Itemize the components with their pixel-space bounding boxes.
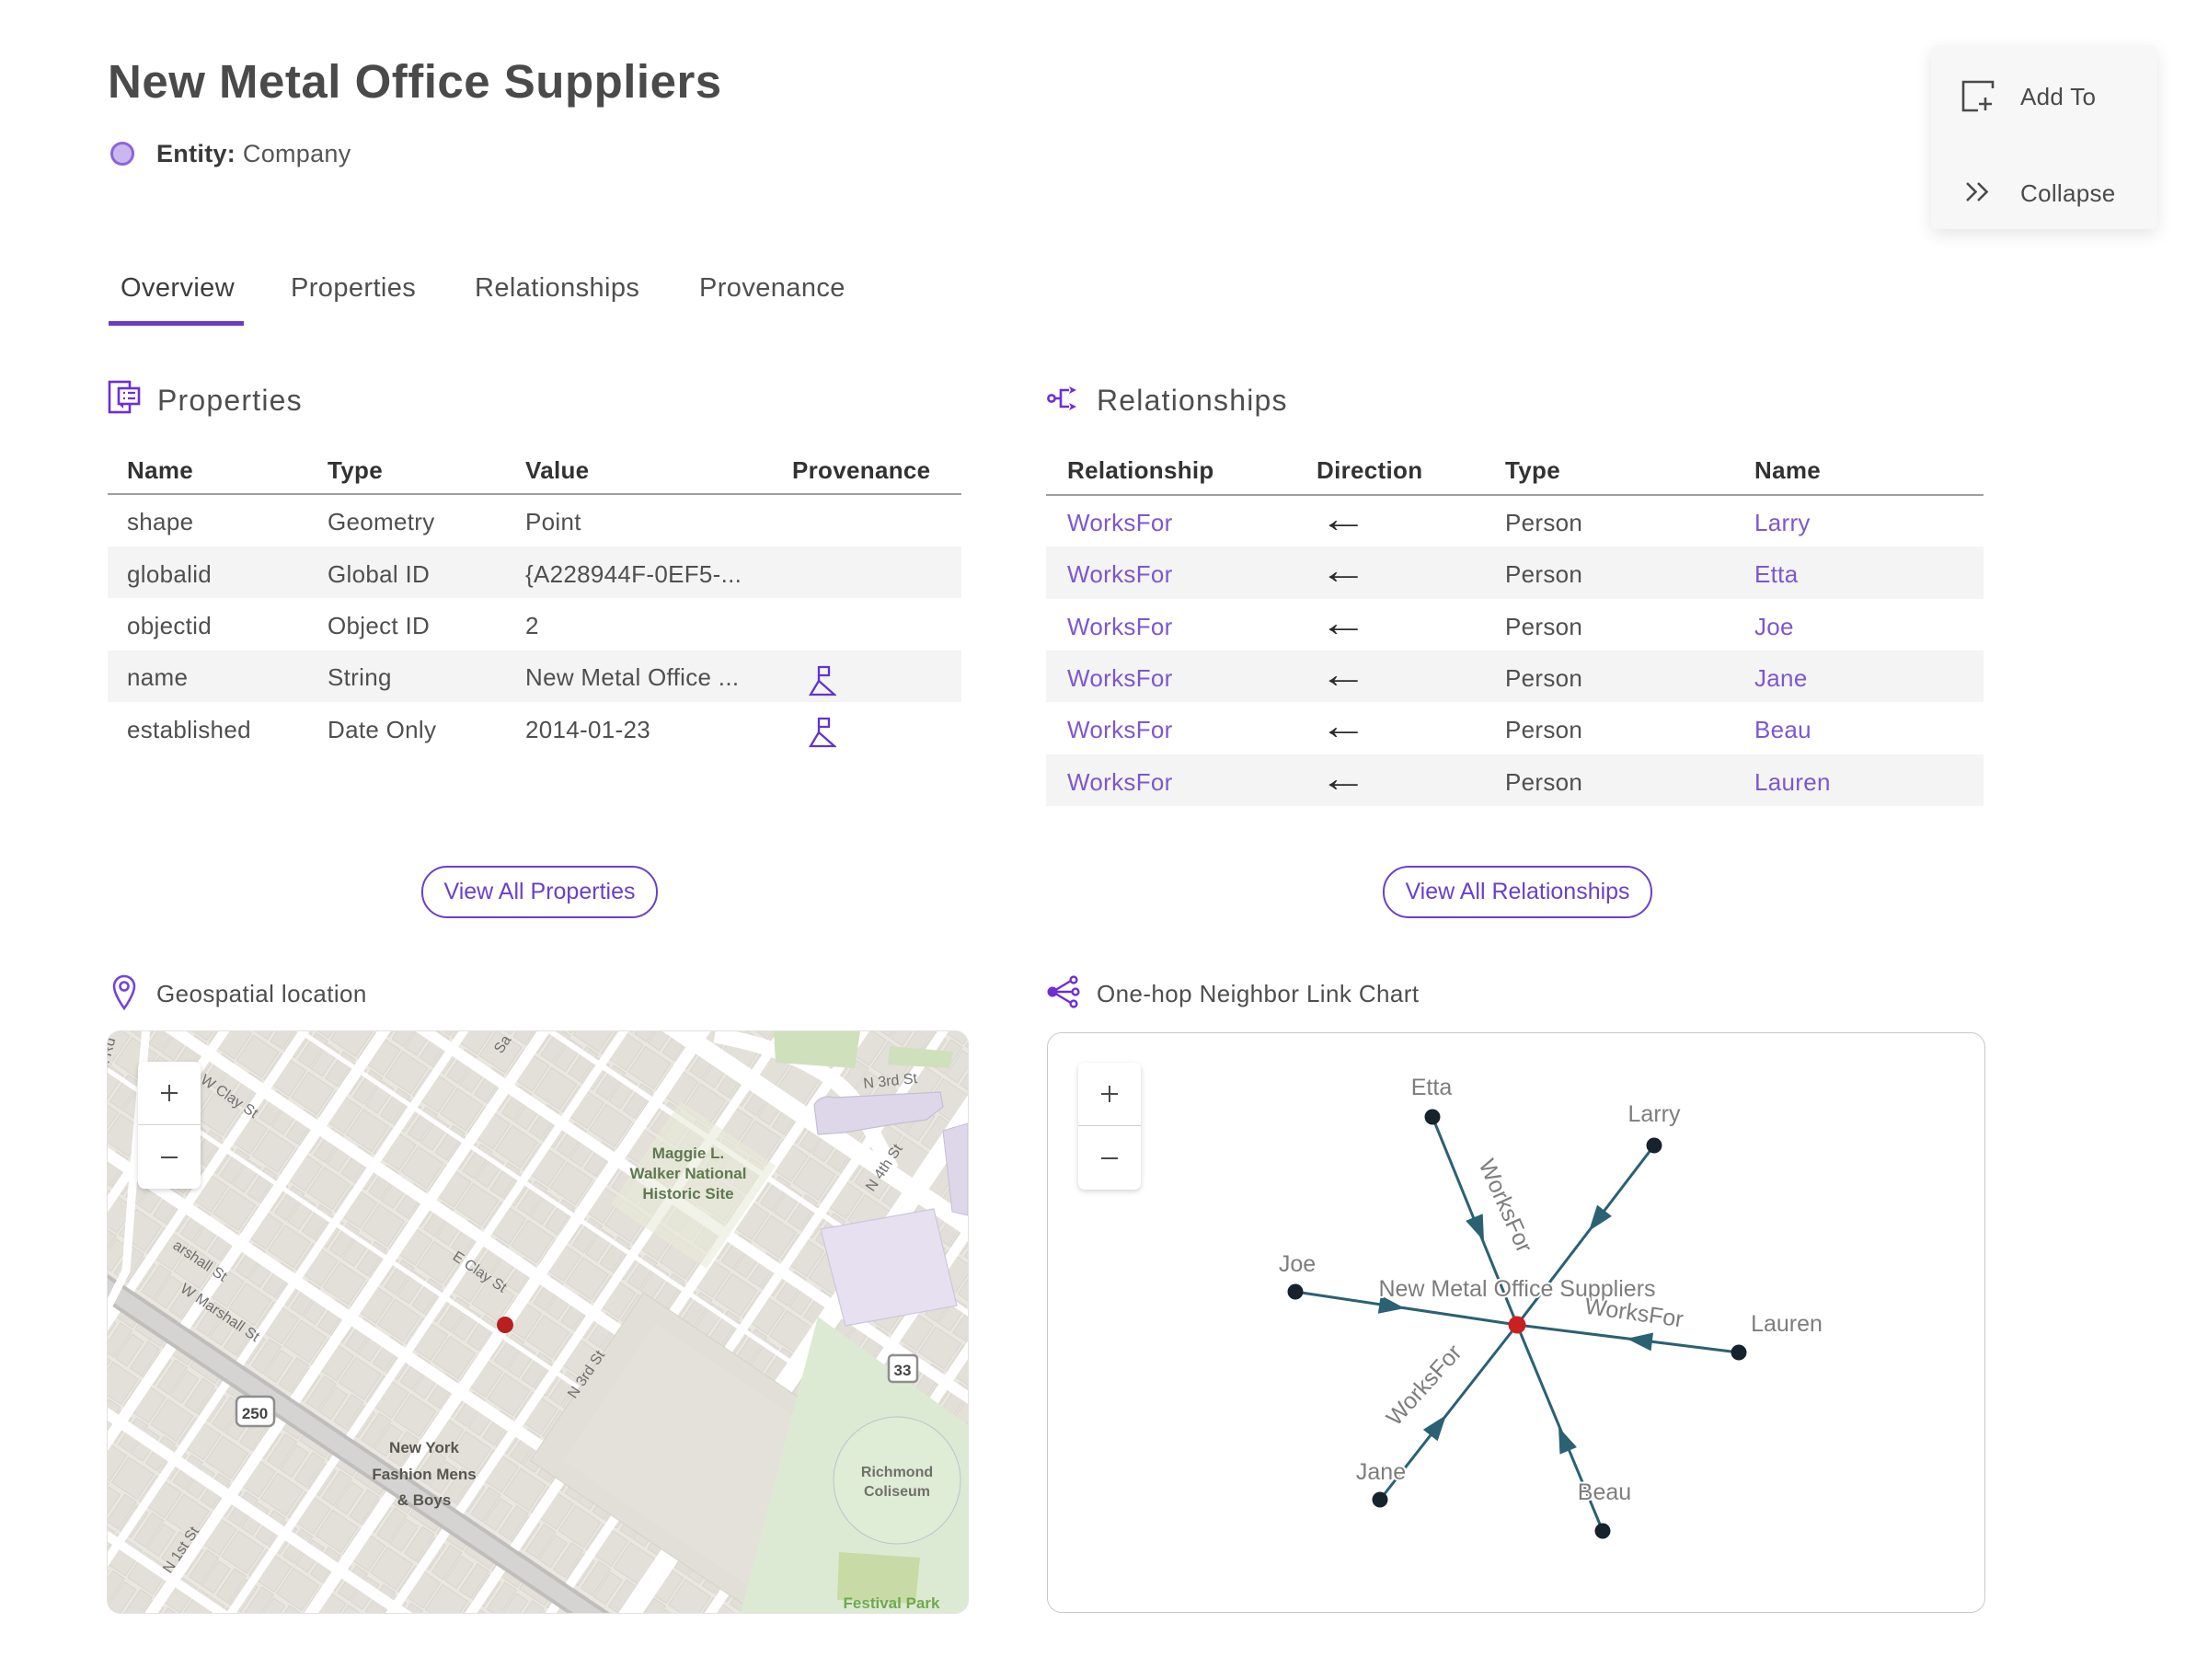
svg-text:Joe: Joe <box>1279 1251 1316 1277</box>
svg-text:New York: New York <box>389 1439 459 1456</box>
svg-text:Festival Park: Festival Park <box>844 1594 940 1612</box>
svg-text:Jane: Jane <box>1356 1459 1406 1485</box>
svg-text:& Boys: & Boys <box>397 1491 452 1509</box>
svg-text:Etta: Etta <box>1411 1075 1453 1100</box>
svg-text:250: 250 <box>242 1405 268 1422</box>
svg-text:WorksFor: WorksFor <box>1583 1294 1685 1333</box>
svg-text:Historic Site: Historic Site <box>642 1185 733 1202</box>
svg-text:Walker National: Walker National <box>630 1165 747 1182</box>
svg-text:Richmond: Richmond <box>861 1465 933 1480</box>
svg-text:Beau: Beau <box>1578 1479 1631 1505</box>
svg-text:WorksFor: WorksFor <box>1382 1340 1467 1431</box>
svg-text:Maggie L.: Maggie L. <box>652 1145 724 1162</box>
svg-text:Coliseum: Coliseum <box>864 1484 930 1500</box>
svg-text:33: 33 <box>894 1362 912 1379</box>
svg-text:Lauren: Lauren <box>1751 1311 1823 1337</box>
svg-text:Larry: Larry <box>1628 1101 1681 1127</box>
svg-text:Fashion Mens: Fashion Mens <box>372 1466 476 1483</box>
